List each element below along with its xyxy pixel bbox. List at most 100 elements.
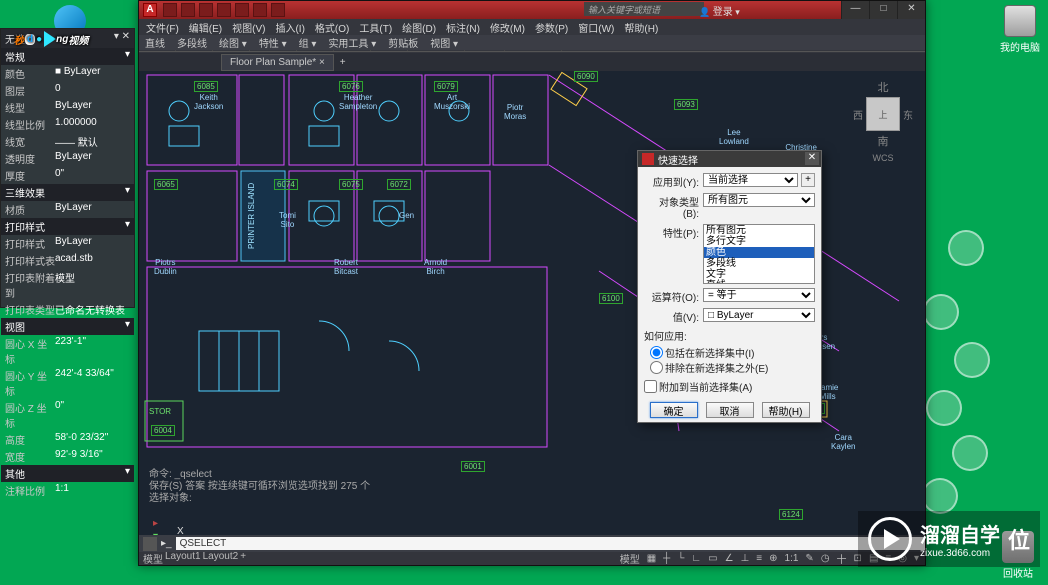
command-prompt-icon[interactable] xyxy=(143,537,157,551)
signin-link[interactable]: 👤 登录 ▾ xyxy=(699,3,740,18)
ok-button[interactable]: 确定 xyxy=(650,402,698,418)
select-objects-button[interactable]: + xyxy=(801,173,815,187)
menu-draw[interactable]: 绘图(D) xyxy=(397,20,441,35)
include-radio[interactable] xyxy=(650,346,663,359)
ribbon-group[interactable]: 剪贴板 xyxy=(382,35,424,50)
status-toggle[interactable]: ▭ xyxy=(706,553,719,564)
menu-file[interactable]: 文件(F) xyxy=(141,20,184,35)
operator-select[interactable]: = 等于 xyxy=(703,288,815,302)
maximize-button[interactable]: □ xyxy=(869,1,897,19)
ribbon-group[interactable]: 直线 xyxy=(139,35,171,50)
document-tab[interactable]: Floor Plan Sample* × xyxy=(221,54,334,71)
status-toggle[interactable]: 模型 xyxy=(618,551,642,566)
value-select[interactable]: □ ByLayer xyxy=(703,308,815,322)
group-misc[interactable]: 其他 xyxy=(5,466,25,481)
ribbon-group[interactable]: 多段线 xyxy=(171,35,213,50)
status-bar[interactable]: 模型 Layout1 Layout2 + 模型▦┼└∟▭∠⊥≡⊕1:1✎◷十⊡▤… xyxy=(139,552,925,565)
command-input[interactable] xyxy=(176,537,925,550)
status-toggle[interactable]: ┼ xyxy=(661,553,672,564)
property-row[interactable]: 线型ByLayer xyxy=(1,99,134,116)
menu-tools[interactable]: 工具(T) xyxy=(354,20,397,35)
layout-tab[interactable]: Layout1 xyxy=(165,551,201,566)
layout-tab-add[interactable]: + xyxy=(240,551,246,566)
property-row[interactable]: 线宽—— 默认 xyxy=(1,133,134,150)
status-toggle[interactable]: ∟ xyxy=(689,553,703,564)
my-computer-shortcut[interactable]: 我的电脑 xyxy=(1000,5,1040,54)
menu-dimension[interactable]: 标注(N) xyxy=(441,20,485,35)
status-toggle[interactable]: ✎ xyxy=(803,553,815,564)
viewcube[interactable]: 北 西 上 东 南 WCS xyxy=(853,79,913,149)
property-row[interactable]: 圆心 Y 坐标242'-4 33/64" xyxy=(1,367,134,399)
listbox-item[interactable]: 文字 xyxy=(704,269,814,280)
listbox-item[interactable]: 多行文字 xyxy=(704,236,814,247)
help-button[interactable]: 帮助(H) xyxy=(762,402,810,418)
viewcube-top[interactable]: 上 xyxy=(866,97,900,131)
menu-edit[interactable]: 编辑(E) xyxy=(184,20,227,35)
property-row[interactable]: 圆心 X 坐标223'-1" xyxy=(1,335,134,367)
minimize-button[interactable]: — xyxy=(841,1,869,19)
exclude-radio[interactable] xyxy=(650,361,663,374)
apply-to-select[interactable]: 当前选择 xyxy=(703,173,798,187)
properties-listbox[interactable]: 所有图元多行文字颜色多段线文字直线填充透明度超链接 xyxy=(703,224,815,284)
property-row[interactable]: 图层0 xyxy=(1,82,134,99)
status-toggle[interactable]: ◷ xyxy=(819,553,832,564)
property-row[interactable]: 打印样式表acad.stb xyxy=(1,252,134,269)
ribbon-group[interactable]: 实用工具 ▾ xyxy=(322,35,382,50)
close-button[interactable]: ✕ xyxy=(897,1,925,19)
listbox-item[interactable]: 多段线 xyxy=(704,258,814,269)
status-toggle[interactable]: ▦ xyxy=(645,553,658,564)
compass-wcs[interactable]: WCS xyxy=(853,153,913,163)
listbox-item[interactable]: 颜色 xyxy=(704,247,814,258)
document-tabs[interactable]: Floor Plan Sample* × + xyxy=(139,53,925,71)
properties-palette[interactable]: 无选择▾ ✕ 常规▾ 颜色■ ByLayer图层0线型ByLayer线型比例1.… xyxy=(0,28,135,308)
close-tab-icon[interactable]: × xyxy=(319,57,325,68)
dialog-titlebar[interactable]: 快速选择 ✕ xyxy=(638,151,821,167)
property-row[interactable]: 高度58'-0 23/32" xyxy=(1,431,134,448)
property-row[interactable]: 打印样式ByLayer xyxy=(1,235,134,252)
menu-format[interactable]: 格式(O) xyxy=(310,20,354,35)
menu-modify[interactable]: 修改(M) xyxy=(485,20,530,35)
new-tab-button[interactable]: + xyxy=(340,57,346,68)
status-toggle[interactable]: ⊥ xyxy=(739,553,752,564)
status-toggle[interactable]: ∠ xyxy=(723,553,736,564)
listbox-item[interactable]: 直线 xyxy=(704,280,814,284)
ribbon-group[interactable]: 绘图 ▾ xyxy=(213,35,253,50)
property-row[interactable]: 打印表类型已命名无转换表 xyxy=(1,301,134,318)
layout-tab-model[interactable]: 模型 xyxy=(143,551,163,566)
property-row[interactable]: 打印表附着到模型 xyxy=(1,269,134,301)
property-row[interactable]: 宽度92'-9 3/16" xyxy=(1,448,134,465)
ribbon-group[interactable]: 组 ▾ xyxy=(293,35,323,50)
property-row[interactable]: 材质ByLayer xyxy=(1,201,134,218)
listbox-item[interactable]: 所有图元 xyxy=(704,225,814,236)
menu-window[interactable]: 窗口(W) xyxy=(573,20,619,35)
property-row[interactable]: 厚度0" xyxy=(1,167,134,184)
titlebar[interactable]: A 输入关键字或短语 👤 登录 ▾ — □ ✕ xyxy=(139,1,925,19)
status-toggle[interactable]: 十 xyxy=(835,551,849,566)
layout-tab[interactable]: Layout2 xyxy=(203,551,239,566)
status-toggle[interactable]: └ xyxy=(675,553,686,564)
group-plot[interactable]: 打印样式 xyxy=(5,219,45,234)
property-row[interactable]: 圆心 Z 坐标0" xyxy=(1,399,134,431)
property-row[interactable]: 注释比例1:1 xyxy=(1,482,134,499)
menu-insert[interactable]: 插入(I) xyxy=(270,20,309,35)
dialog-close-button[interactable]: ✕ xyxy=(805,152,819,165)
group-view[interactable]: 视图 xyxy=(5,319,25,334)
property-row[interactable]: 透明度ByLayer xyxy=(1,150,134,167)
help-search-input[interactable]: 输入关键字或短语 xyxy=(584,2,704,16)
ribbon-group[interactable]: 特性 ▾ xyxy=(253,35,293,50)
quick-access-toolbar[interactable] xyxy=(163,3,285,17)
cancel-button[interactable]: 取消 xyxy=(706,402,754,418)
object-type-select[interactable]: 所有图元 xyxy=(703,193,815,207)
property-row[interactable]: 线型比例1.000000 xyxy=(1,116,134,133)
status-toggle[interactable]: 1:1 xyxy=(783,553,801,564)
menu-parametric[interactable]: 参数(P) xyxy=(530,20,573,35)
status-toggle[interactable]: ⊕ xyxy=(767,553,779,564)
menubar[interactable]: 文件(F) 编辑(E) 视图(V) 插入(I) 格式(O) 工具(T) 绘图(D… xyxy=(139,19,925,36)
group-general[interactable]: 常规 xyxy=(5,49,25,64)
status-toggle[interactable]: ≡ xyxy=(754,553,764,564)
menu-help[interactable]: 帮助(H) xyxy=(619,20,663,35)
command-line[interactable]: ▸_ xyxy=(139,535,925,552)
group-3d[interactable]: 三维效果 xyxy=(5,185,45,200)
property-row[interactable]: 颜色■ ByLayer xyxy=(1,65,134,82)
ribbon-group[interactable]: 视图 ▾ xyxy=(424,35,464,50)
